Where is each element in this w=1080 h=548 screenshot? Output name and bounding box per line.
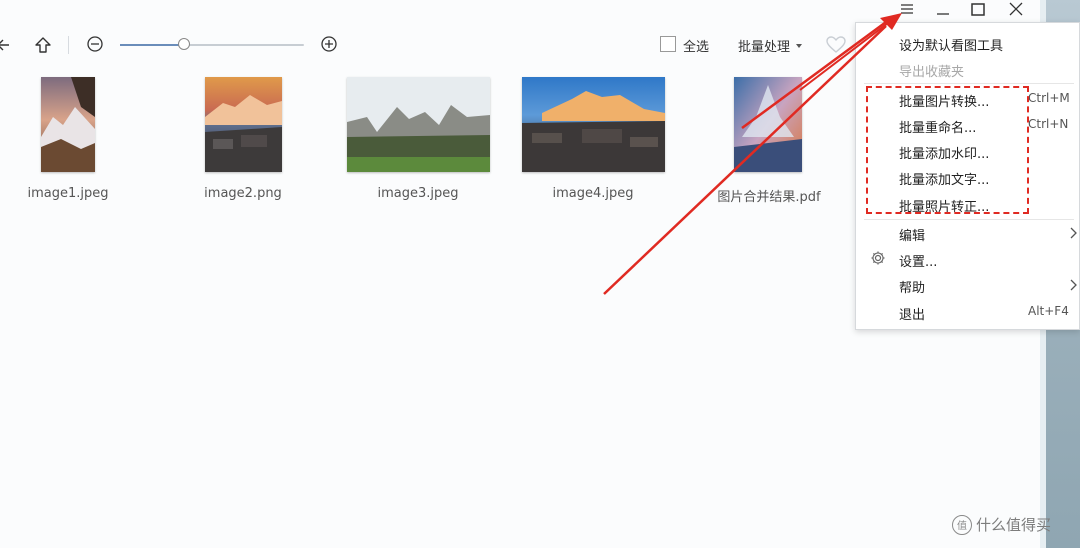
annotation-arrow-line — [603, 25, 887, 295]
watermark-text: 什么值得买 — [976, 516, 1052, 534]
watermark-badge: 值 — [952, 514, 972, 535]
annotation-arrow-line — [799, 19, 893, 91]
watermark: 值 什么值得买 — [952, 514, 1051, 535]
annotation-arrow-line — [741, 20, 887, 130]
annotation-arrows — [603, 13, 902, 295]
